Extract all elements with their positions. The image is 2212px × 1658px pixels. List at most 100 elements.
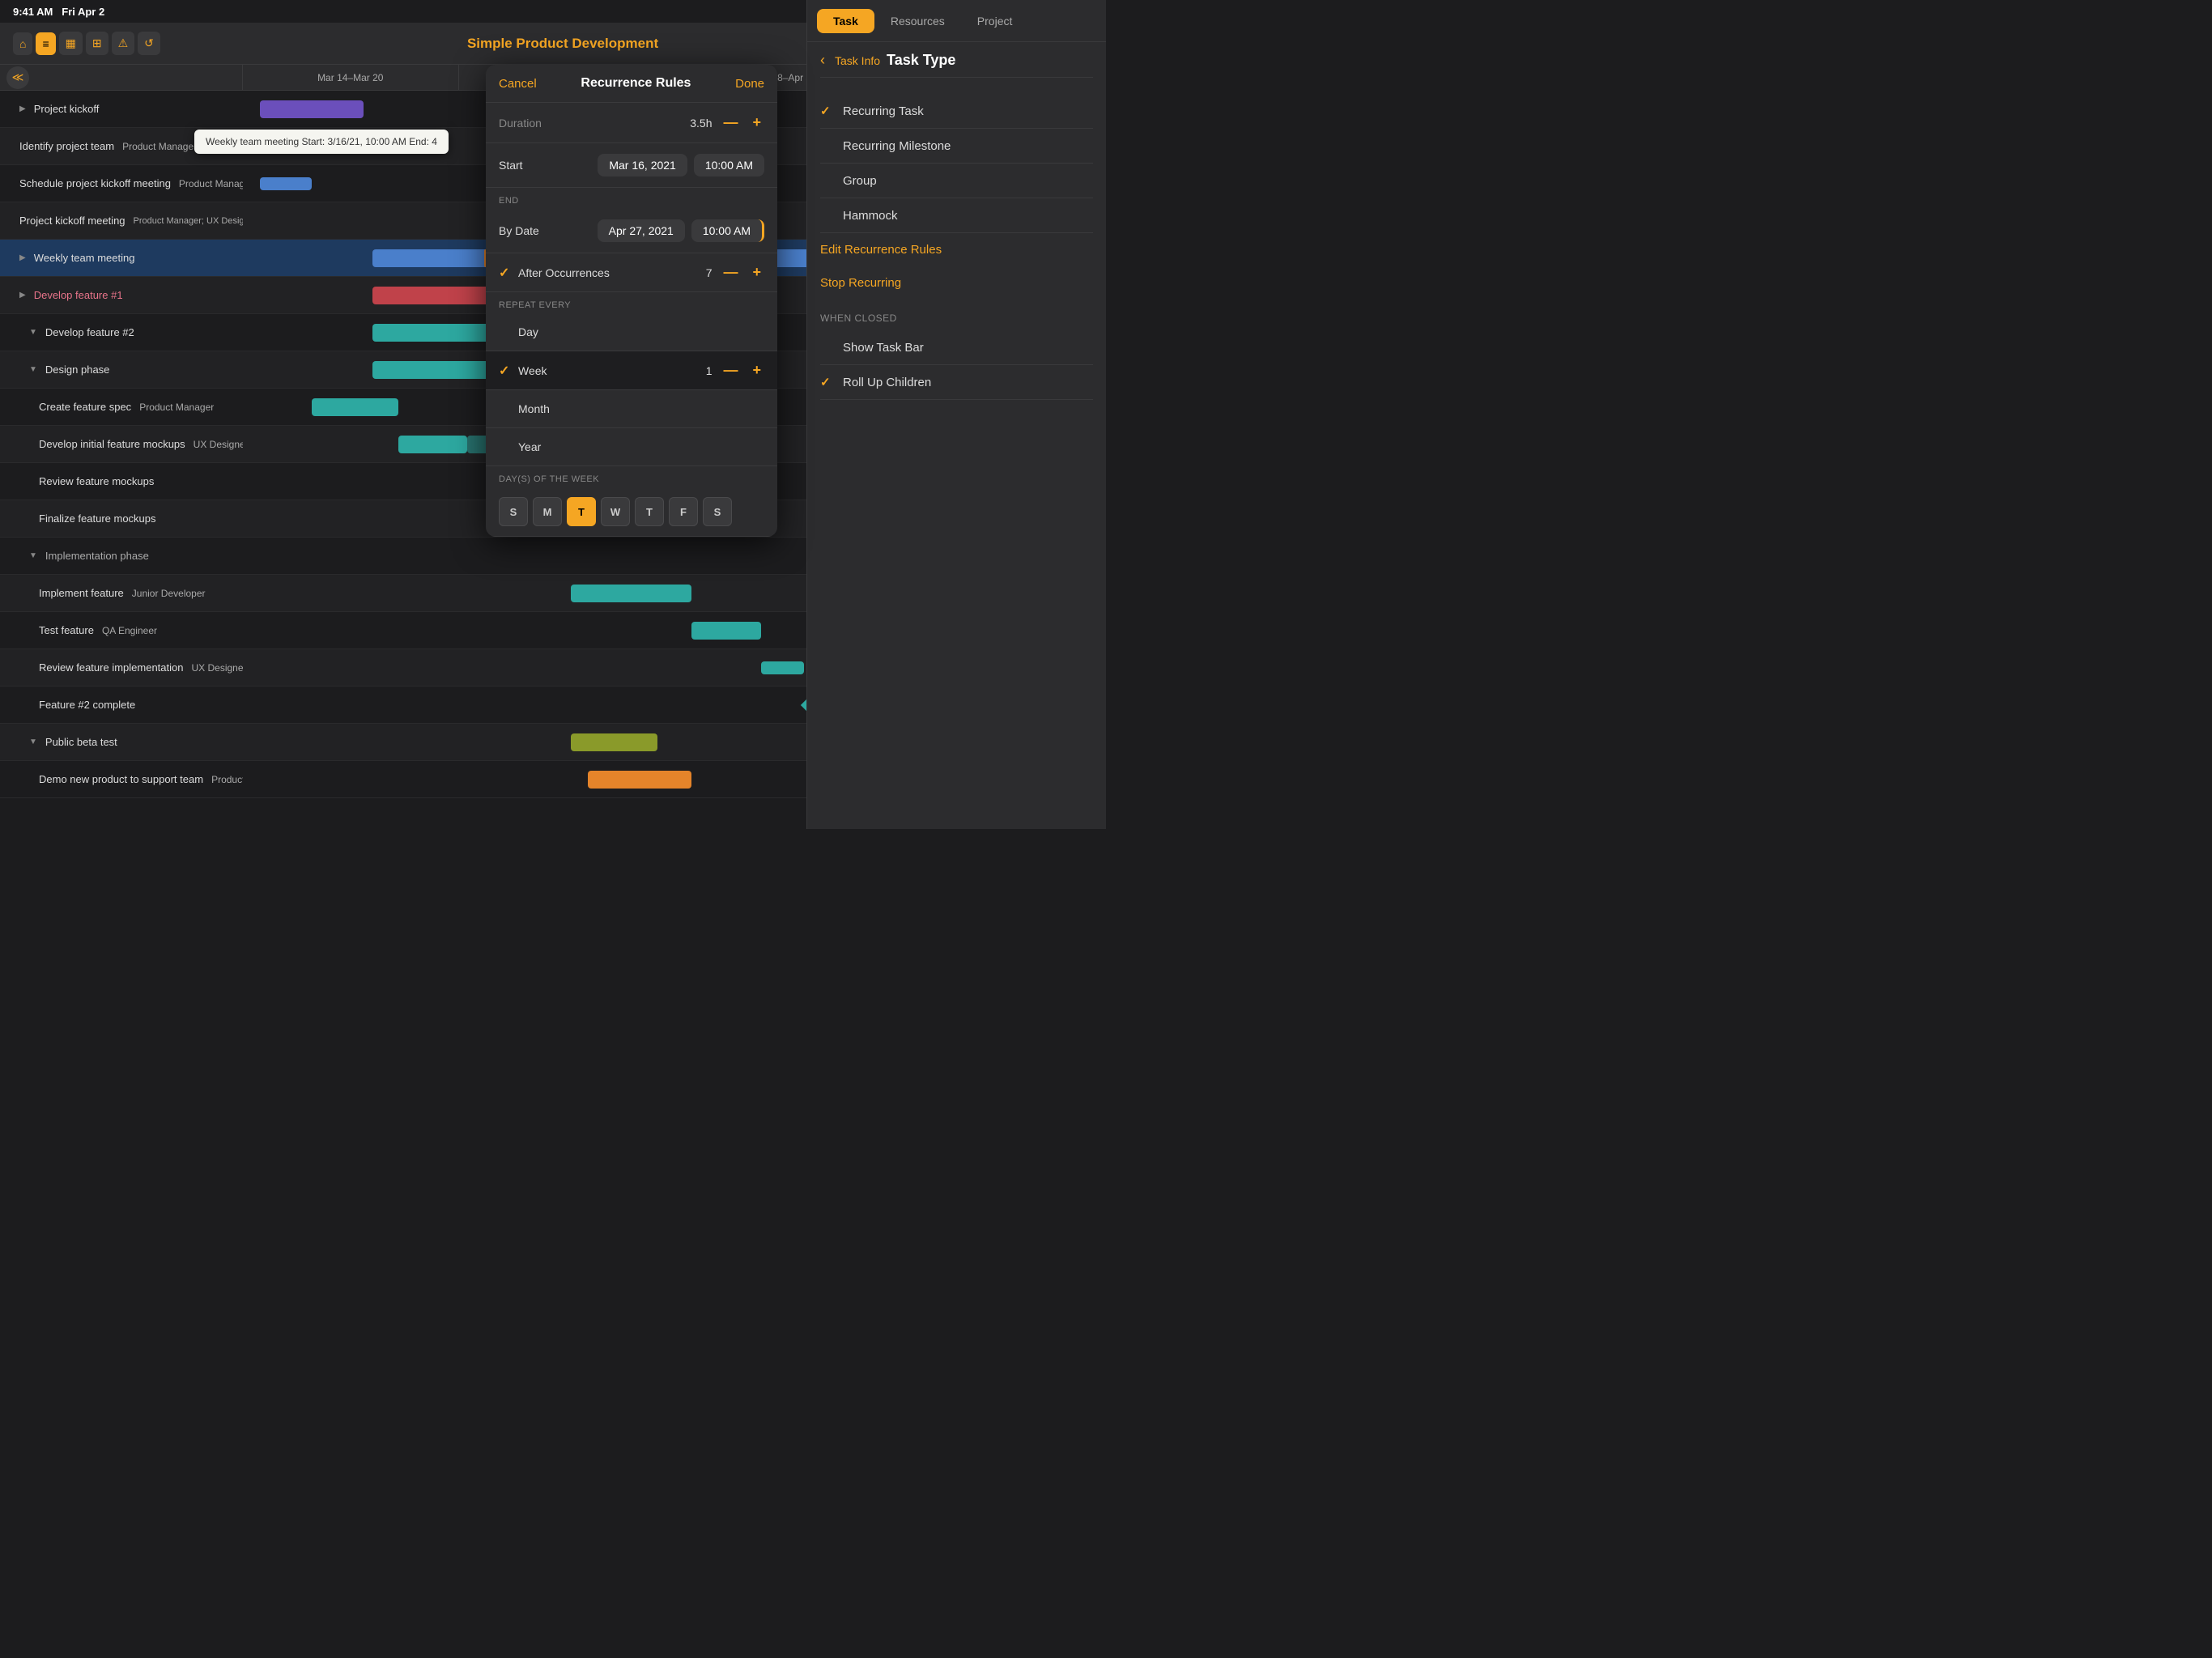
collapse-icon[interactable]: ▼ [29,328,37,337]
modal-title: Recurrence Rules [581,76,691,91]
when-closed-roll-up-children[interactable]: ✓ Roll Up Children [820,365,1093,400]
repeat-month-row[interactable]: ✓ Month [486,390,777,428]
start-value: Mar 16, 2021 10:00 AM [598,154,764,176]
when-closed-label: WHEN CLOSED [820,312,1093,324]
cancel-button[interactable]: Cancel [499,77,537,91]
task-name: Review feature mockups [39,475,154,487]
type-option-hammock[interactable]: ✓ Hammock [820,198,1093,233]
task-name: Implement feature [39,587,124,599]
day-monday-button[interactable]: M [533,497,562,526]
task-resource: Junior Developer [129,588,206,599]
check-icon: ✓ [499,401,518,417]
edit-recurrence-rules-link[interactable]: Edit Recurrence Rules [820,233,1093,266]
task-name: Project kickoff meeting [19,215,125,227]
gantt-view-button[interactable]: ▦ [59,32,83,55]
check-icon: ✓ [820,208,835,223]
occurrences-increase-button[interactable]: + [749,264,764,281]
collapse-icon[interactable]: ▼ [29,551,37,560]
task-name: Test feature [39,624,94,636]
collapse-icon[interactable]: ▼ [29,738,37,746]
task-info-link[interactable]: Task Info [835,54,880,67]
gantt-bar [398,436,467,453]
repeat-week-row[interactable]: ✓ Week 1 — + [486,351,777,390]
task-resource: Product Manager [208,774,243,785]
duration-decrease-button[interactable]: — [720,114,741,131]
type-option-recurring-task[interactable]: ✓ Recurring Task [820,94,1093,129]
home-button[interactable]: ⌂ [13,32,32,55]
day-friday-button[interactable]: F [669,497,698,526]
occurrences-decrease-button[interactable]: — [720,264,741,281]
check-icon: ✓ [499,363,518,379]
end-date-pill[interactable]: Apr 27, 2021 [598,219,685,242]
warning-button[interactable]: ⚠ [112,32,135,55]
day-thursday-button[interactable]: T [635,497,664,526]
expand-icon[interactable]: ▶ [19,104,26,113]
type-label: Group [843,174,877,188]
check-icon: ✓ [820,340,835,355]
task-name: Project kickoff [34,103,100,115]
collapse-all-button[interactable]: ≪ [6,66,29,89]
day-tuesday-button[interactable]: T [567,497,596,526]
task-name: Schedule project kickoff meeting [19,177,171,189]
week-col-1: Mar 14–Mar 20 [243,65,459,90]
task-resource: Product Manager; UX Designer; Senior Dev… [130,216,243,226]
when-closed-show-task-bar[interactable]: ✓ Show Task Bar [820,330,1093,365]
task-name: Implementation phase [45,550,149,562]
week-increase-button[interactable]: + [749,362,764,379]
repeat-day-row[interactable]: ✓ Day [486,313,777,351]
week-decrease-button[interactable]: — [720,362,741,379]
play-icon[interactable]: ▶ [19,253,26,262]
repeat-year-label: Year [518,440,764,453]
task-resource: UX Designer [188,662,243,674]
recurrence-modal: Cancel Recurrence Rules Done Duration 3.… [486,65,777,537]
repeat-day-label: Day [518,325,764,338]
gantt-bar [260,177,312,190]
task-resource: Product Manager [119,141,197,152]
day-saturday-button[interactable]: S [703,497,732,526]
start-date-pill[interactable]: Mar 16, 2021 [598,154,687,176]
check-icon: ✓ [820,104,835,118]
by-date-label: By Date [499,224,598,237]
option-label: Show Task Bar [843,341,924,355]
task-tooltip: Weekly team meeting Start: 3/16/21, 10:0… [194,130,449,154]
task-resource: Product Manager [176,178,243,189]
modal-body: Duration 3.5h — + Start Mar 16, 2021 10:… [486,103,777,537]
task-type-title: Task Type [887,52,955,69]
calendar-view-button[interactable]: ⊞ [86,32,108,55]
start-time-pill[interactable]: 10:00 AM [694,154,764,176]
tab-project[interactable]: Project [961,9,1029,33]
by-date-value: Apr 27, 2021 10:00 AM [598,219,764,242]
tab-resources[interactable]: Resources [874,9,961,33]
play-icon[interactable]: ▶ [19,291,26,300]
repeat-week-label: Week [518,364,706,377]
type-label: Recurring Milestone [843,139,951,153]
task-name: Identify project team [19,140,114,152]
type-option-group[interactable]: ✓ Group [820,164,1093,198]
list-view-button[interactable]: ≡ [36,32,55,55]
option-label: Roll Up Children [843,376,931,389]
history-button[interactable]: ↺ [138,32,160,55]
start-label: Start [499,159,598,172]
duration-value: 3.5h — + [690,114,764,131]
end-section-label: END [486,188,777,209]
task-resource: UX Designer [190,439,243,450]
done-button[interactable]: Done [735,77,764,91]
day-sunday-button[interactable]: S [499,497,528,526]
repeat-year-row[interactable]: ✓ Year [486,428,777,466]
task-name: Feature #2 complete [39,699,135,711]
type-label: Recurring Task [843,104,924,118]
back-arrow-icon[interactable]: ‹ [820,52,825,69]
days-of-week-row: S M T W T F S [486,487,777,537]
day-wednesday-button[interactable]: W [601,497,630,526]
end-time-pill[interactable]: 10:00 AM [691,219,764,242]
task-type-header: ‹ Task Info Task Type [820,52,1093,78]
after-occurrences-row[interactable]: ✓ After Occurrences 7 — + [486,253,777,292]
duration-increase-button[interactable]: + [749,114,764,131]
task-name: Design phase [45,363,110,376]
stop-recurring-link[interactable]: Stop Recurring [820,266,1093,300]
collapse-icon[interactable]: ▼ [29,365,37,374]
check-icon: ✓ [499,265,518,281]
type-option-recurring-milestone[interactable]: ✓ Recurring Milestone [820,129,1093,164]
status-time: 9:41 AM Fri Apr 2 [13,6,104,18]
tab-task[interactable]: Task [817,9,874,33]
